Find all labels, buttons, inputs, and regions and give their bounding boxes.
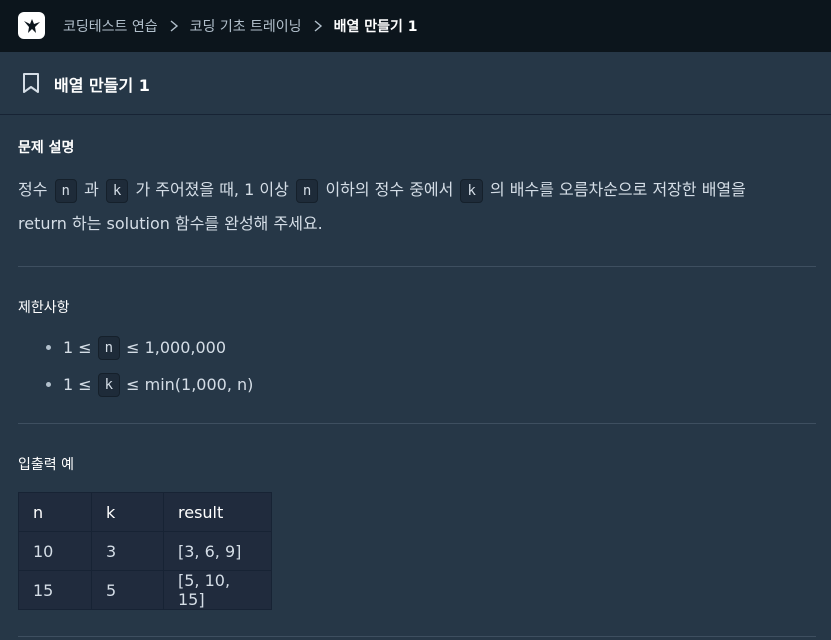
desc-text: 정수 [18, 180, 48, 199]
table-header-row: n k result [18, 492, 272, 532]
column-header-k: k [91, 492, 164, 532]
inline-code-k: k [105, 179, 129, 203]
inline-code-n: n [295, 179, 319, 203]
table-cell: [3, 6, 9] [163, 531, 272, 571]
table-cell: 3 [91, 531, 164, 571]
problem-description-heading: 문제 설명 [18, 140, 75, 156]
column-header-n: n [18, 492, 92, 532]
desc-text: 의 배수를 오름차순으로 저장한 배열을 [490, 180, 746, 199]
list-item: 1 ≤ n ≤ 1,000,000 [18, 329, 816, 366]
section-divider [18, 636, 816, 637]
breadcrumb: 코딩테스트 연습 코딩 기초 트레이닝 배열 만들기 1 [63, 0, 417, 52]
inline-code-n: n [97, 335, 121, 360]
desc-text: 과 [84, 180, 99, 199]
top-navigation-bar: 코딩테스트 연습 코딩 기초 트레이닝 배열 만들기 1 [0, 0, 831, 52]
table-row: 10 3 [3, 6, 9] [18, 531, 272, 571]
constraint-text: ≤ min(1,000, n) [126, 375, 254, 394]
desc-text: 이하의 정수 중에서 [325, 180, 454, 199]
breadcrumb-item-coding-test[interactable]: 코딩테스트 연습 [63, 16, 158, 36]
table-cell: 10 [18, 531, 92, 571]
programmers-logo[interactable] [18, 12, 45, 39]
bookmark-icon[interactable] [22, 72, 40, 94]
bullet-icon [46, 382, 51, 387]
problem-content: 문제 설명 정수 n 과 k 가 주어졌을 때, 1 이상 n 이하의 정수 중… [18, 115, 816, 610]
constraint-text: 1 ≤ [63, 338, 92, 357]
inline-code-k: k [460, 179, 483, 203]
table-cell: 15 [18, 570, 92, 610]
problem-description: 정수 n 과 k 가 주어졌을 때, 1 이상 n 이하의 정수 중에서 k 의… [18, 173, 816, 241]
examples-table: n k result 10 3 [3, 6, 9] 15 5 [5, 10, 1… [18, 492, 272, 610]
column-header-result: result [163, 492, 272, 532]
description-line-2: return 하는 solution 함수를 완성해 주세요. [18, 214, 323, 233]
table-cell: 5 [91, 570, 164, 610]
page-title: 배열 만들기 1 [54, 76, 150, 95]
constraint-text: ≤ 1,000,000 [126, 338, 227, 357]
chevron-right-icon [170, 20, 178, 32]
problem-title-bar: 배열 만들기 1 [0, 52, 831, 115]
inline-code-n: n [54, 179, 77, 203]
constraints-heading: 제한사항 [18, 300, 70, 316]
desc-text: 가 주어졌을 때, 1 이상 [135, 180, 289, 199]
constraints-list: 1 ≤ n ≤ 1,000,000 1 ≤ k ≤ min(1,000, n) [18, 329, 816, 403]
breadcrumb-item-basic-training[interactable]: 코딩 기초 트레이닝 [190, 16, 302, 36]
description-line-1: 정수 n 과 k 가 주어졌을 때, 1 이상 n 이하의 정수 중에서 k 의… [18, 173, 816, 207]
bullet-icon [46, 345, 51, 350]
list-item: 1 ≤ k ≤ min(1,000, n) [18, 366, 816, 403]
bird-logo-icon [23, 18, 40, 33]
examples-heading: 입출력 예 [18, 457, 74, 473]
inline-code-k: k [97, 372, 121, 397]
breadcrumb-current: 배열 만들기 1 [333, 19, 418, 35]
table-cell: [5, 10, 15] [163, 570, 272, 610]
constraint-text: 1 ≤ [63, 375, 92, 394]
table-row: 15 5 [5, 10, 15] [18, 570, 272, 610]
chevron-right-icon [314, 20, 322, 32]
